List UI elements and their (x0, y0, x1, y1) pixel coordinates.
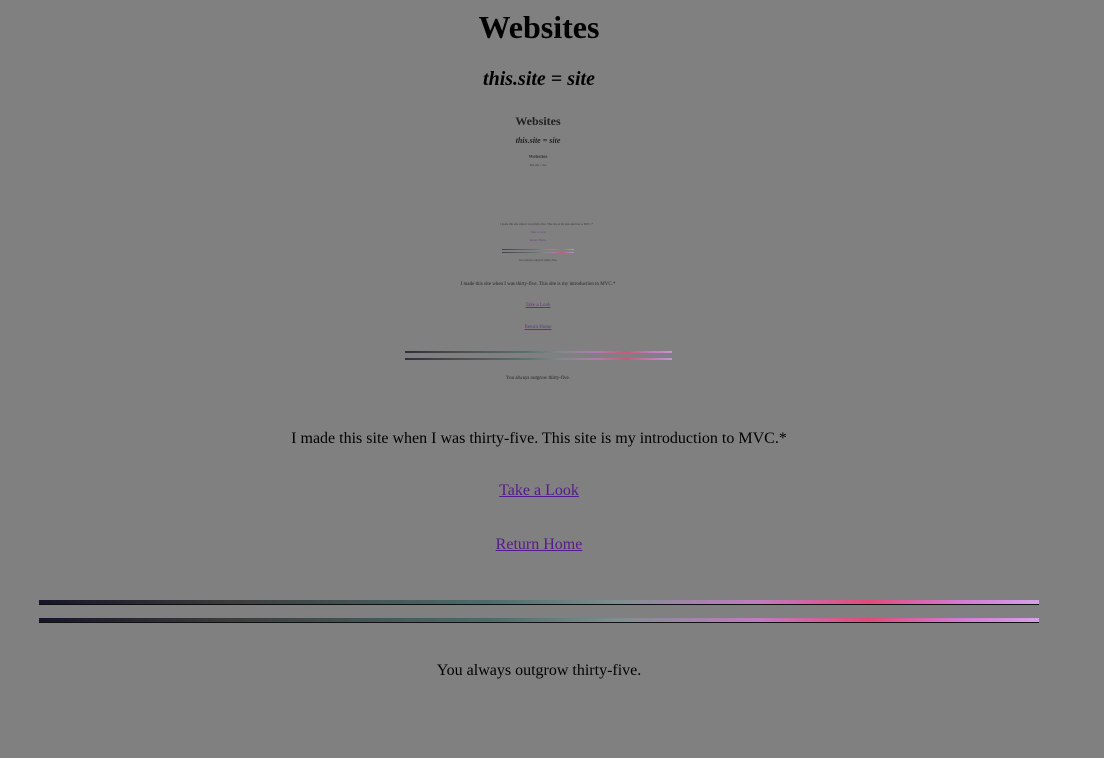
gradient-divider-top (39, 600, 1039, 605)
nested-divider-bottom (502, 252, 574, 253)
thumb-divider-bottom (405, 358, 672, 360)
nested-intro: I made this site when I was thirty-five.… (500, 222, 593, 226)
thumb-intro: I made this site when I was thirty-five.… (460, 282, 616, 287)
site-preview-thumbnail: Websites this.site = site Websites this.… (400, 108, 676, 390)
nested-link-take-a-look: Take a Look (530, 230, 546, 234)
thumb-title: Websites (515, 114, 561, 128)
nested-preview-thumbnail: Websites this.site = site I made this si… (500, 150, 593, 266)
nested-title: Websites (528, 155, 548, 160)
page-subtitle: this.site = site (483, 68, 595, 90)
nested-divider-top (502, 249, 574, 250)
return-home-row: Return Home (0, 536, 1078, 554)
intro-text: I made this site when I was thirty-five.… (291, 430, 787, 447)
thumb-subtitle: this.site = site (515, 136, 561, 145)
gradient-divider-bottom (39, 618, 1039, 623)
return-home-link[interactable]: Return Home (496, 536, 583, 553)
thumb-link-take-a-look: Take a Look (525, 303, 551, 308)
page-title: Websites (478, 9, 600, 45)
take-a-look-link[interactable]: Take a Look (499, 482, 579, 499)
nested-footer: You always outgrow thirty-five. (518, 258, 558, 262)
page: Websites this.site = site Websites this.… (0, 0, 1104, 758)
nested-link-return-home: Return Home (529, 238, 547, 242)
thumb-divider-top (405, 351, 672, 353)
thumb-footer: You always outgrow thirty-five. (506, 376, 570, 381)
thumb-link-return-home: Return Home (524, 325, 552, 330)
nested-subtitle: this.site = site (529, 163, 547, 167)
take-a-look-row: Take a Look (0, 482, 1078, 500)
footer-text: You always outgrow thirty-five. (436, 662, 642, 679)
